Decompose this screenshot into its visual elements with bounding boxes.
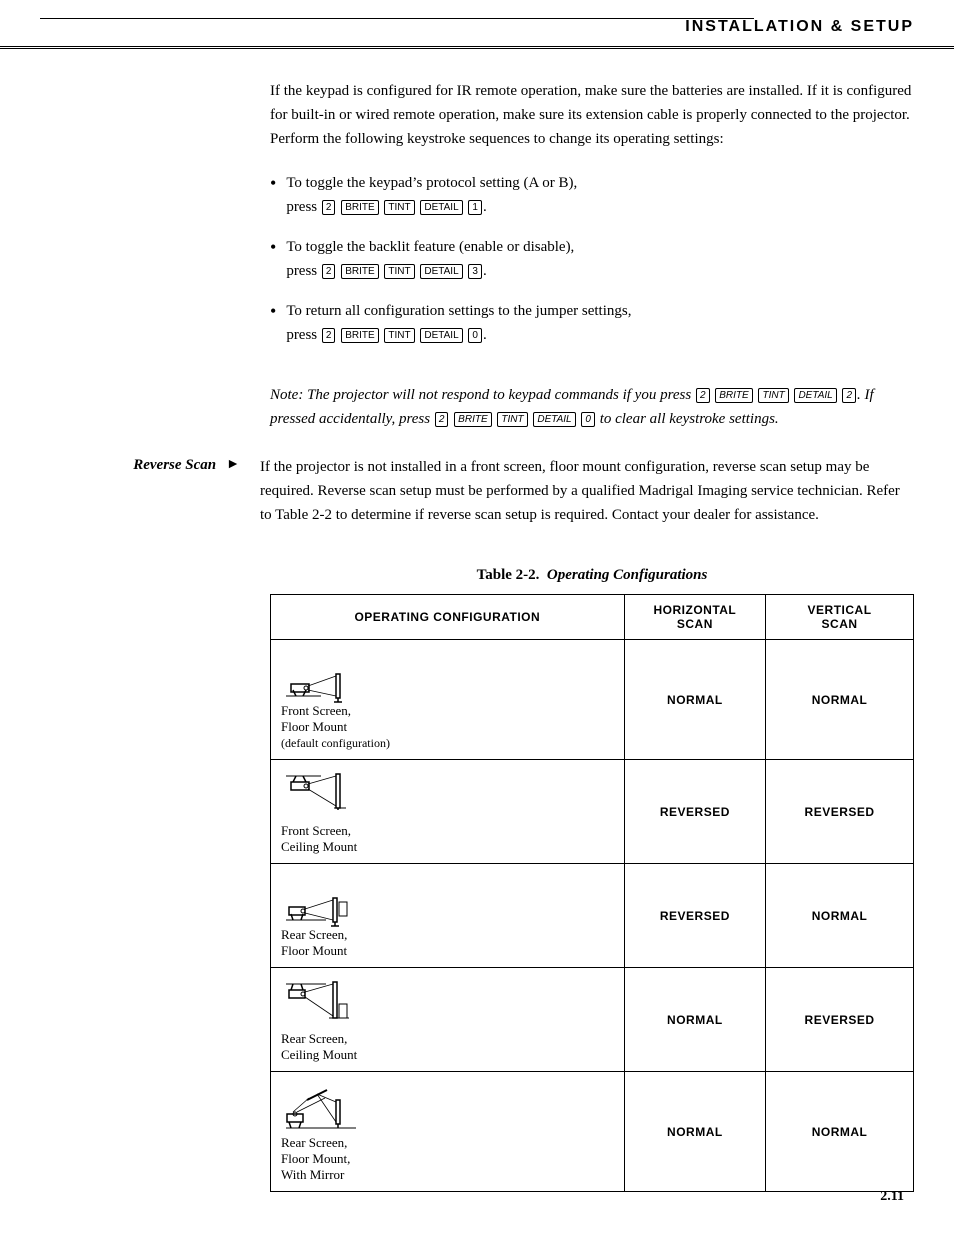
config-text-4: Rear Screen,Ceiling Mount — [281, 1031, 614, 1063]
bullet-list: • To toggle the keypad’s protocol settin… — [270, 171, 914, 363]
bullet-dot-3: • — [270, 299, 276, 347]
note-block: Note: The projector will not respond to … — [270, 383, 914, 431]
key-1-1: 1 — [468, 200, 482, 215]
note-key-2b: 2 — [842, 388, 856, 403]
note-key-2c: 2 — [435, 412, 449, 427]
diagram-1 — [281, 648, 614, 703]
section-arrow: ► — [226, 457, 240, 473]
key-brite-3: BRITE — [341, 328, 378, 343]
bullet-item-3: • To return all configuration settings t… — [270, 299, 914, 347]
diagram-3 — [281, 872, 614, 927]
note-key-tint2: TINT — [497, 412, 527, 427]
key-brite-1: BRITE — [341, 200, 378, 215]
vscan-3: NORMAL — [766, 864, 914, 968]
vscan-1: NORMAL — [766, 640, 914, 760]
bullet-dot-2: • — [270, 235, 276, 283]
header-line — [40, 18, 754, 19]
reverse-scan-section: Reverse Scan ► If the projector is not i… — [40, 455, 914, 527]
vscan-5: NORMAL — [766, 1072, 914, 1192]
hscan-5: NORMAL — [624, 1072, 765, 1192]
table-caption: Table 2-2. Operating Configurations — [270, 567, 914, 584]
config-cell-2: Front Screen,Ceiling Mount — [271, 760, 625, 864]
diagram-5 — [281, 1080, 614, 1135]
table-container: Table 2-2. Operating Configurations OPER… — [270, 567, 914, 1192]
hscan-4: NORMAL — [624, 968, 765, 1072]
key-2-2: 2 — [322, 264, 336, 279]
col-header-vscan: VERTICALSCAN — [766, 595, 914, 640]
page-header: INSTALLATION & SETUP — [0, 0, 954, 49]
config-cell-5: Rear Screen,Floor Mount,With Mirror — [271, 1072, 625, 1192]
diagram-svg-4 — [281, 976, 361, 1031]
operating-config-table: OPERATING CONFIGURATION HORIZONTALSCAN V… — [270, 594, 914, 1192]
diagram-svg-5 — [281, 1080, 361, 1135]
vscan-4: REVERSED — [766, 968, 914, 1072]
config-cell-4: Rear Screen,Ceiling Mount — [271, 968, 625, 1072]
diagram-svg-2 — [281, 768, 361, 823]
key-2-1: 2 — [322, 200, 336, 215]
key-0-3: 0 — [468, 328, 482, 343]
bullet-item-1: • To toggle the keypad’s protocol settin… — [270, 171, 914, 219]
table-row: Front Screen,Ceiling Mount REVERSED REVE… — [271, 760, 914, 864]
key-3-2: 3 — [468, 264, 482, 279]
diagram-svg-1 — [281, 648, 361, 703]
note-key-detail2: DETAIL — [533, 412, 575, 427]
section-content: If the projector is not installed in a f… — [260, 455, 914, 527]
section-label: Reverse Scan ► — [40, 455, 260, 527]
config-text-3: Rear Screen,Floor Mount — [281, 927, 614, 959]
hscan-3: REVERSED — [624, 864, 765, 968]
key-detail-1: DETAIL — [420, 200, 462, 215]
diagram-2 — [281, 768, 614, 823]
key-tint-1: TINT — [384, 200, 414, 215]
table-header-row: OPERATING CONFIGURATION HORIZONTALSCAN V… — [271, 595, 914, 640]
col-header-config: OPERATING CONFIGURATION — [271, 595, 625, 640]
page-number: 2.11 — [880, 1189, 904, 1205]
bullet-text-1: To toggle the keypad’s protocol setting … — [286, 171, 914, 219]
hscan-1: NORMAL — [624, 640, 765, 760]
table-row: Rear Screen,Floor Mount,With Mirror NORM… — [271, 1072, 914, 1192]
intro-paragraph: If the keypad is configured for IR remot… — [270, 79, 914, 151]
table-row: Rear Screen,Floor Mount REVERSED NORMAL — [271, 864, 914, 968]
bullet-text-2: To toggle the backlit feature (enable or… — [286, 235, 914, 283]
key-tint-2: TINT — [384, 264, 414, 279]
vscan-2: REVERSED — [766, 760, 914, 864]
page-content: If the keypad is configured for IR remot… — [0, 49, 954, 1232]
bullet-item-2: • To toggle the backlit feature (enable … — [270, 235, 914, 283]
diagram-4 — [281, 976, 614, 1031]
key-detail-3: DETAIL — [420, 328, 462, 343]
diagram-svg-3 — [281, 872, 361, 927]
note-key-2: 2 — [696, 388, 710, 403]
hscan-2: REVERSED — [624, 760, 765, 864]
config-cell-3: Rear Screen,Floor Mount — [271, 864, 625, 968]
note-key-brite: BRITE — [715, 388, 752, 403]
key-2-3: 2 — [322, 328, 336, 343]
config-text-5: Rear Screen,Floor Mount,With Mirror — [281, 1135, 614, 1183]
note-key-brite2: BRITE — [454, 412, 491, 427]
config-text-1: Front Screen,Floor Mount(default configu… — [281, 703, 614, 751]
section-label-text: Reverse Scan — [133, 457, 216, 474]
bullet-text-3: To return all configuration settings to … — [286, 299, 914, 347]
config-cell-1: Front Screen,Floor Mount(default configu… — [271, 640, 625, 760]
note-key-detail: DETAIL — [794, 388, 836, 403]
table-row: Rear Screen,Ceiling Mount NORMAL REVERSE… — [271, 968, 914, 1072]
key-tint-3: TINT — [384, 328, 414, 343]
note-key-tint: TINT — [758, 388, 788, 403]
key-detail-2: DETAIL — [420, 264, 462, 279]
bullet-dot-1: • — [270, 171, 276, 219]
config-text-2: Front Screen,Ceiling Mount — [281, 823, 614, 855]
col-header-hscan: HORIZONTALSCAN — [624, 595, 765, 640]
header-title: INSTALLATION & SETUP — [685, 18, 914, 36]
key-brite-2: BRITE — [341, 264, 378, 279]
table-row: Front Screen,Floor Mount(default configu… — [271, 640, 914, 760]
main-area: If the keypad is configured for IR remot… — [40, 79, 914, 1192]
note-key-0: 0 — [581, 412, 595, 427]
